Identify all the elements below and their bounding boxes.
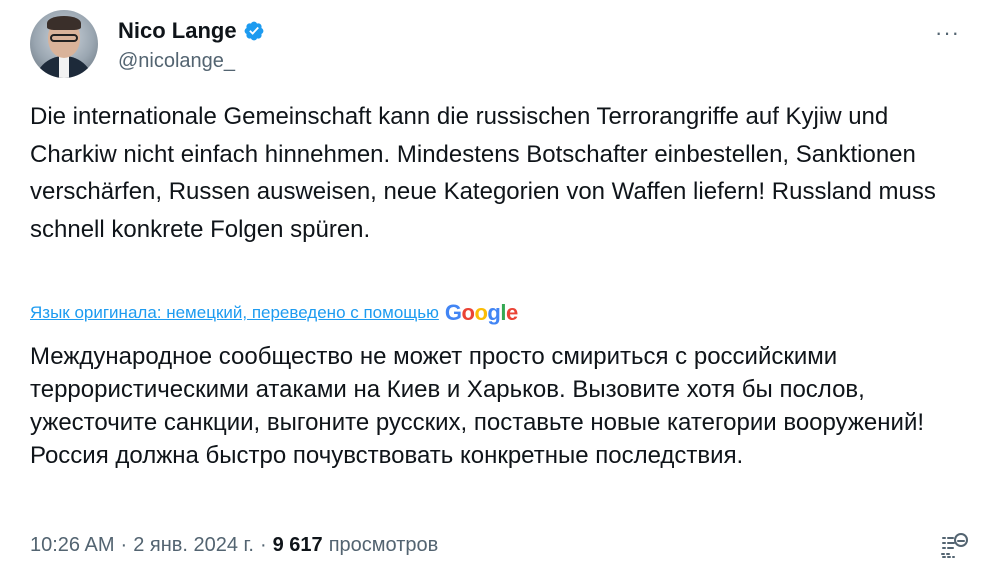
tweet-time[interactable]: 10:26 AM bbox=[30, 534, 115, 557]
post-analytics-icon[interactable] bbox=[938, 530, 970, 562]
tweet-date[interactable]: 2 янв. 2024 г. bbox=[133, 534, 254, 557]
views-count: 9 617 bbox=[272, 534, 323, 556]
translation-notice: Язык оригинала: немецкий, переведено с п… bbox=[30, 300, 518, 326]
meta-separator: · bbox=[259, 534, 267, 556]
views-label: просмотров bbox=[328, 534, 439, 556]
tweet-header: Nico Lange @nicolange_ ··· bbox=[30, 10, 970, 80]
avatar[interactable] bbox=[30, 10, 98, 78]
author-name[interactable]: Nico Lange bbox=[118, 18, 237, 44]
author-name-row[interactable]: Nico Lange bbox=[118, 18, 265, 44]
author-handle[interactable]: @nicolange_ bbox=[118, 50, 235, 73]
tweet-meta: 10:26 AM · 2 янв. 2024 г. · 9 617 просмо… bbox=[30, 534, 438, 557]
meta-separator: · bbox=[120, 534, 128, 556]
translated-text: Международное сообщество не может просто… bbox=[30, 343, 925, 469]
translation-notice-link[interactable]: Язык оригинала: немецкий, переведено с п… bbox=[30, 303, 439, 323]
tweet-text: Die internationale Gemeinschaft kann die… bbox=[30, 103, 936, 243]
verified-badge-icon bbox=[244, 21, 263, 41]
google-logo: Google bbox=[444, 300, 518, 325]
more-horizontal-icon[interactable]: ··· bbox=[935, 20, 960, 46]
